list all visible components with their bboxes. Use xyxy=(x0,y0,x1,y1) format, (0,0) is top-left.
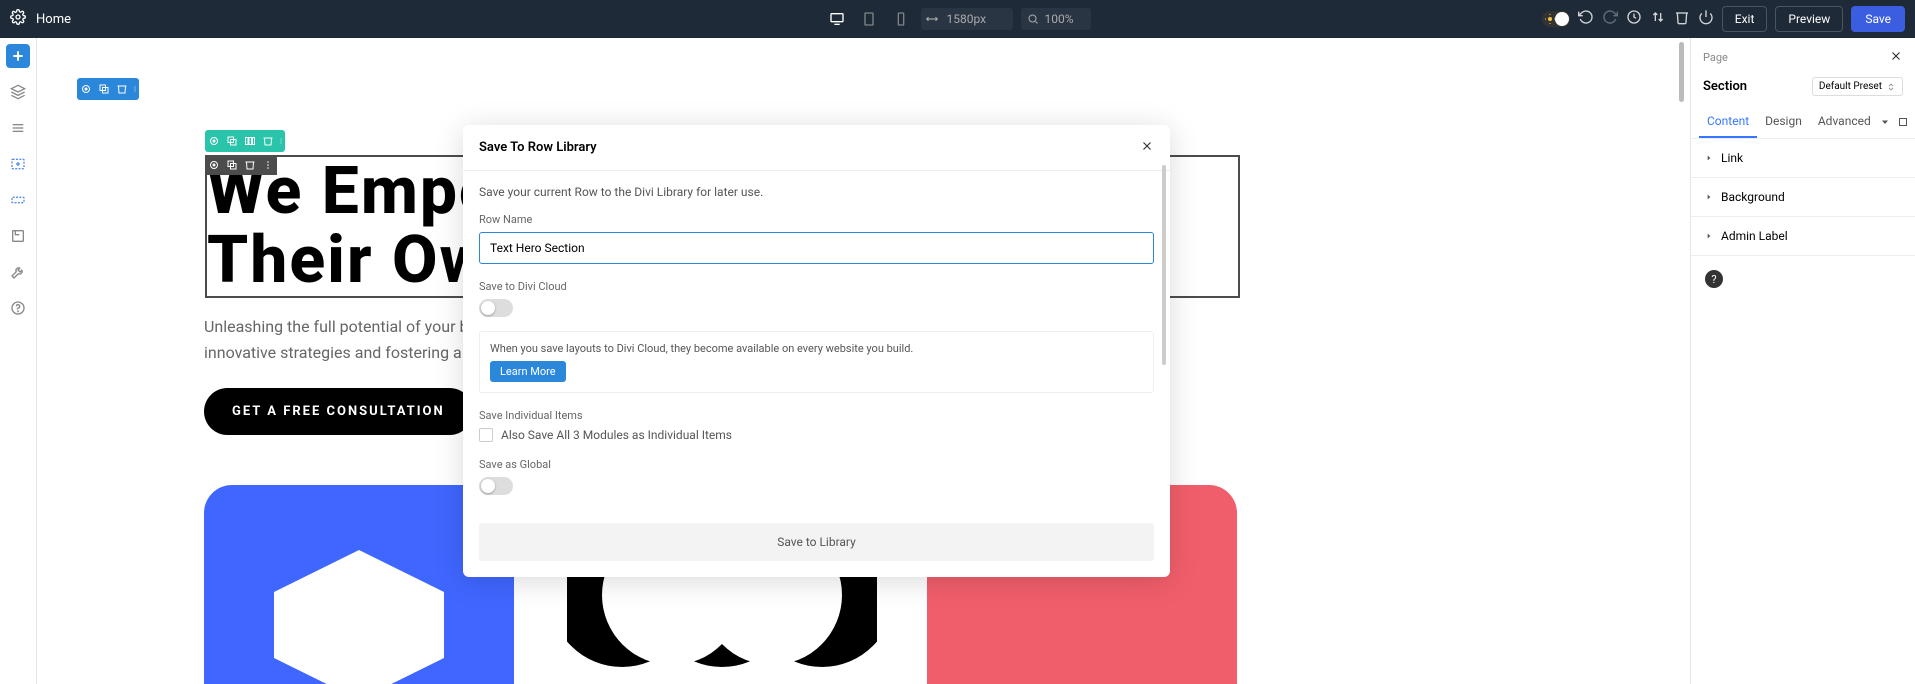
section-more-icon[interactable] xyxy=(131,78,139,100)
cloud-info-box: When you save layouts to Divi Cloud, the… xyxy=(479,331,1154,393)
tab-dropdown-icon[interactable] xyxy=(1879,113,1891,132)
canvas-width-input[interactable] xyxy=(939,8,1009,30)
row-columns-icon[interactable] xyxy=(241,130,259,152)
row-more-icon[interactable] xyxy=(277,130,285,152)
top-app-bar: Home Exit Preview Save xyxy=(0,0,1915,38)
history-icon[interactable] xyxy=(1626,9,1642,29)
save-cloud-toggle[interactable] xyxy=(479,299,513,317)
section-duplicate-icon[interactable] xyxy=(95,78,113,100)
chevron-right-icon xyxy=(1705,232,1713,240)
sort-icon[interactable] xyxy=(1650,9,1666,29)
module-more-icon[interactable] xyxy=(259,155,277,175)
device-mobile-icon[interactable] xyxy=(889,7,913,31)
save-global-toggle[interactable] xyxy=(479,477,513,495)
row-add-icon[interactable] xyxy=(6,188,30,212)
section-delete-icon[interactable] xyxy=(113,78,131,100)
exit-button[interactable]: Exit xyxy=(1722,6,1768,32)
row-toolbar xyxy=(205,130,285,152)
device-tablet-icon[interactable] xyxy=(857,7,881,31)
undo-icon[interactable] xyxy=(1578,9,1594,29)
tab-content[interactable]: Content xyxy=(1699,106,1757,138)
module-duplicate-icon[interactable] xyxy=(223,155,241,175)
sun-icon xyxy=(1544,13,1556,25)
accordion-admin-label[interactable]: Admin Label xyxy=(1691,217,1915,256)
add-icon[interactable] xyxy=(6,44,30,68)
module-toolbar xyxy=(205,155,277,175)
save-layout-icon[interactable] xyxy=(6,224,30,248)
save-to-library-button[interactable]: Save to Library xyxy=(479,523,1154,561)
section-add-icon[interactable] xyxy=(6,152,30,176)
learn-more-button[interactable]: Learn More xyxy=(490,361,566,382)
row-name-input[interactable] xyxy=(479,232,1154,264)
accordion-link[interactable]: Link xyxy=(1691,139,1915,178)
row-settings-icon[interactable] xyxy=(205,130,223,152)
redo-icon[interactable] xyxy=(1602,9,1618,29)
section-toolbar xyxy=(77,78,139,100)
modal-title: Save To Row Library xyxy=(479,140,597,155)
power-icon[interactable] xyxy=(1698,9,1714,29)
tab-expand-icon[interactable] xyxy=(1897,113,1909,132)
settings-gear-icon[interactable] xyxy=(10,9,26,29)
tools-icon[interactable] xyxy=(6,260,30,284)
save-individual-checkbox[interactable] xyxy=(479,428,493,442)
modal-description: Save your current Row to the Divi Librar… xyxy=(479,185,1154,199)
save-individual-checkbox-label: Also Save All 3 Modules as Individual It… xyxy=(501,428,732,442)
layers-icon[interactable] xyxy=(6,80,30,104)
panel-help-badge[interactable]: ? xyxy=(1705,270,1723,288)
accordion-background[interactable]: Background xyxy=(1691,178,1915,217)
section-settings-icon[interactable] xyxy=(77,78,95,100)
chevron-right-icon xyxy=(1705,154,1713,162)
cta-button[interactable]: GET A FREE CONSULTATION xyxy=(204,388,473,435)
module-settings-icon[interactable] xyxy=(205,155,223,175)
save-button[interactable]: Save xyxy=(1851,6,1905,32)
modal-close-icon[interactable] xyxy=(1140,137,1154,158)
zoom-field[interactable] xyxy=(1021,8,1091,30)
save-individual-label: Save Individual Items xyxy=(479,409,1154,422)
settings-panel: Page Section Default Preset Content Desi… xyxy=(1690,38,1915,684)
preset-dropdown[interactable]: Default Preset xyxy=(1812,77,1903,96)
canvas-width-field[interactable] xyxy=(921,8,1013,30)
row-name-label: Row Name xyxy=(479,213,1154,226)
trash-icon[interactable] xyxy=(1674,9,1690,29)
preview-button[interactable]: Preview xyxy=(1775,6,1843,32)
device-desktop-icon[interactable] xyxy=(825,7,849,31)
left-toolbar xyxy=(0,38,37,684)
panel-breadcrumb[interactable]: Page xyxy=(1703,51,1728,64)
theme-toggle[interactable] xyxy=(1542,11,1570,27)
home-link[interactable]: Home xyxy=(36,12,71,27)
chevron-right-icon xyxy=(1705,193,1713,201)
row-delete-icon[interactable] xyxy=(259,130,277,152)
help-icon[interactable] xyxy=(6,296,30,320)
module-delete-icon[interactable] xyxy=(241,155,259,175)
save-to-library-modal: Save To Row Library Save your current Ro… xyxy=(463,125,1170,577)
panel-close-icon[interactable] xyxy=(1889,48,1903,67)
tab-advanced[interactable]: Advanced xyxy=(1810,106,1879,138)
modal-scrollbar[interactable] xyxy=(1162,165,1166,365)
save-cloud-label: Save to Divi Cloud xyxy=(479,280,1154,293)
save-global-label: Save as Global xyxy=(479,458,1154,471)
list-icon[interactable] xyxy=(6,116,30,140)
preset-arrows-icon xyxy=(1886,82,1896,92)
canvas-scrollbar[interactable] xyxy=(1679,42,1684,102)
panel-title: Section xyxy=(1703,79,1747,94)
row-duplicate-icon[interactable] xyxy=(223,130,241,152)
tab-design[interactable]: Design xyxy=(1757,106,1810,138)
